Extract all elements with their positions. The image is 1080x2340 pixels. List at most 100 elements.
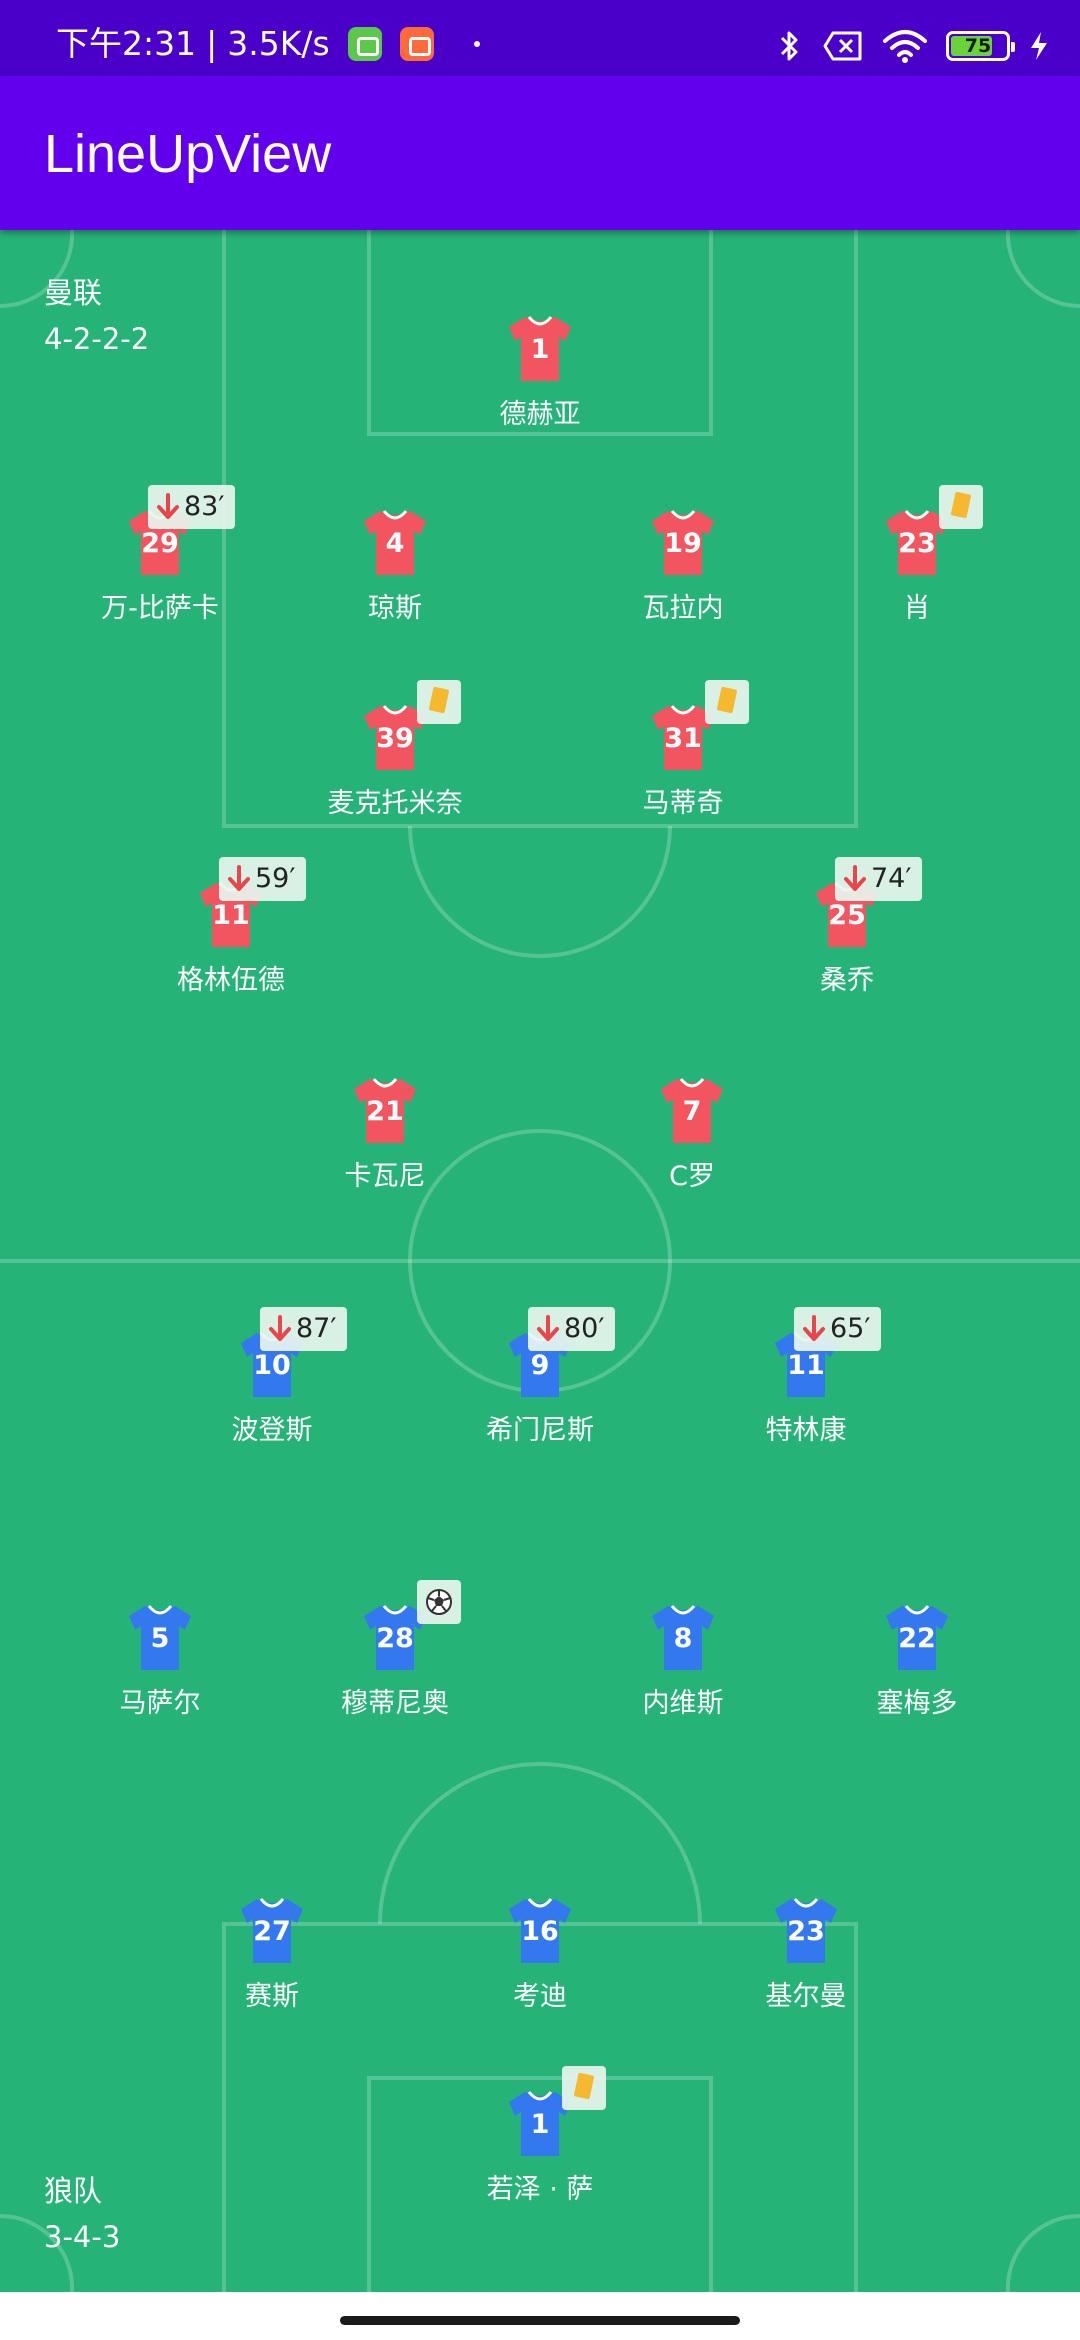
substitution-minute: 65′	[830, 1313, 871, 1344]
home-team-name: 曼联	[44, 276, 103, 310]
sub-off-arrow-icon	[268, 1314, 292, 1344]
battery-icon: 75	[946, 31, 1015, 61]
status-indicators: 75	[774, 26, 1050, 66]
sub-off-arrow-icon	[536, 1314, 560, 1344]
shirt-icon: 22	[884, 1602, 950, 1672]
away-team-name: 狼队	[44, 2174, 103, 2208]
substitution-badge: 80′	[528, 1307, 615, 1351]
shirt-number: 23	[898, 528, 936, 559]
shirt-icon: 21	[352, 1075, 418, 1145]
substitution-badge: 87′	[260, 1307, 347, 1351]
substitution-badge: 83′	[148, 485, 235, 529]
home-player[interactable]: 29 万-比萨卡 83′	[40, 485, 280, 637]
home-player[interactable]: 11 格林伍德 59′	[111, 857, 351, 1009]
yellow-card-icon	[939, 485, 983, 529]
shirt-icon: 23	[773, 1895, 839, 1965]
player-name: 万-比萨卡	[101, 593, 219, 624]
away-player[interactable]: 9 希门尼斯 80′	[420, 1307, 660, 1459]
home-player[interactable]: 23 肖	[797, 485, 1037, 637]
away-player[interactable]: 22 塞梅多	[797, 1602, 1037, 1732]
away-player[interactable]: 1 若泽 · 萨	[420, 2066, 660, 2218]
sub-off-arrow-icon	[156, 492, 180, 522]
shirt-icon: 5	[127, 1602, 193, 1672]
shirt-number: 29	[141, 528, 179, 559]
away-player[interactable]: 11 特林康 65′	[686, 1307, 926, 1459]
player-name: 马萨尔	[119, 1688, 201, 1719]
away-player[interactable]: 28 穆蒂尼奥	[275, 1580, 515, 1732]
more-notifications-dot-icon	[473, 41, 480, 47]
shirt-number: 1	[530, 2109, 550, 2140]
shirt-number: 25	[828, 900, 866, 931]
shirt-number: 11	[787, 1350, 825, 1381]
sub-off-arrow-icon	[802, 1314, 826, 1344]
away-player[interactable]: 27 赛斯	[152, 1895, 392, 2025]
player-name: 希门尼斯	[486, 1415, 594, 1446]
orange-app-icon	[399, 27, 434, 61]
player-name: 内维斯	[642, 1688, 724, 1719]
away-player[interactable]: 8 内维斯	[563, 1602, 803, 1732]
shirt-number: 28	[376, 1623, 414, 1654]
home-player[interactable]: 25 桑乔 74′	[727, 857, 967, 1009]
substitution-badge: 65′	[794, 1307, 881, 1351]
shirt-icon: 16	[507, 1895, 573, 1965]
shirt-number: 16	[521, 1916, 559, 1947]
substitution-minute: 74′	[871, 863, 912, 894]
yellow-card-icon	[562, 2066, 606, 2110]
shirt-number: 9	[530, 1350, 550, 1381]
player-name: 特林康	[765, 1415, 847, 1446]
shirt-number: 39	[376, 723, 414, 754]
home-player[interactable]: 31 马蒂奇	[563, 680, 803, 832]
shirt-icon: 1	[507, 313, 573, 383]
shirt-number: 1	[530, 334, 550, 365]
substitution-badge: 59′	[219, 857, 306, 901]
player-name: 塞梅多	[876, 1688, 958, 1719]
home-player[interactable]: 19 瓦拉内	[563, 507, 803, 637]
substitution-minute: 83′	[184, 491, 225, 522]
home-player[interactable]: 21 卡瓦尼	[265, 1075, 505, 1205]
home-player[interactable]: 7 C罗	[572, 1075, 812, 1205]
home-player[interactable]: 39 麦克托米奈	[275, 680, 515, 832]
navigation-bar	[0, 2292, 1080, 2340]
status-separator: |	[206, 24, 218, 63]
away-player[interactable]: 5 马萨尔	[40, 1602, 280, 1732]
shirt-icon: 4	[362, 507, 428, 577]
shirt-number: 27	[253, 1916, 291, 1947]
away-team-info: 狼队 3-4-3	[44, 2168, 120, 2260]
wifi-icon	[883, 30, 927, 63]
away-player[interactable]: 10 波登斯 87′	[152, 1307, 392, 1459]
player-name: 瓦拉内	[642, 593, 724, 624]
yellow-card-icon	[705, 680, 749, 724]
app-title: LineUpView	[44, 124, 332, 184]
shirt-number: 23	[787, 1916, 825, 1947]
player-name: 马蒂奇	[642, 788, 724, 819]
player-name: 穆蒂尼奥	[341, 1688, 449, 1719]
player-name: 卡瓦尼	[344, 1161, 426, 1192]
shirt-number: 5	[150, 1623, 170, 1654]
sub-off-arrow-icon	[227, 864, 251, 894]
shirt-number: 31	[664, 723, 702, 754]
away-team-formation: 3-4-3	[44, 2220, 121, 2254]
status-left: 下午2:31 | 3.5K/s	[56, 24, 480, 64]
substitution-badge: 74′	[835, 857, 922, 901]
substitution-minute: 80′	[564, 1313, 605, 1344]
away-player[interactable]: 16 考迪	[420, 1895, 660, 2025]
home-player[interactable]: 4 琼斯	[275, 507, 515, 637]
shirt-number: 19	[664, 528, 702, 559]
away-player[interactable]: 23 基尔曼	[686, 1895, 926, 2025]
player-name: 若泽 · 萨	[486, 2174, 594, 2205]
substitution-minute: 59′	[255, 863, 296, 894]
home-player[interactable]: 1 德赫亚	[420, 313, 660, 443]
shirt-number: 10	[253, 1350, 291, 1381]
home-gesture-handle[interactable]	[340, 2316, 740, 2325]
shirt-number: 21	[366, 1096, 404, 1127]
shirt-icon: 19	[650, 507, 716, 577]
shirt-number: 7	[682, 1096, 702, 1127]
network-speed: 3.5K/s	[227, 24, 330, 63]
status-bar: 下午2:31 | 3.5K/s 75	[0, 0, 1080, 76]
bluetooth-icon	[780, 31, 798, 61]
battery-level: 75	[964, 35, 992, 57]
home-team-info: 曼联 4-2-2-2	[44, 270, 149, 362]
shirt-icon: 8	[650, 1602, 716, 1672]
green-app-icon	[347, 27, 382, 61]
shirt-icon: 27	[239, 1895, 305, 1965]
